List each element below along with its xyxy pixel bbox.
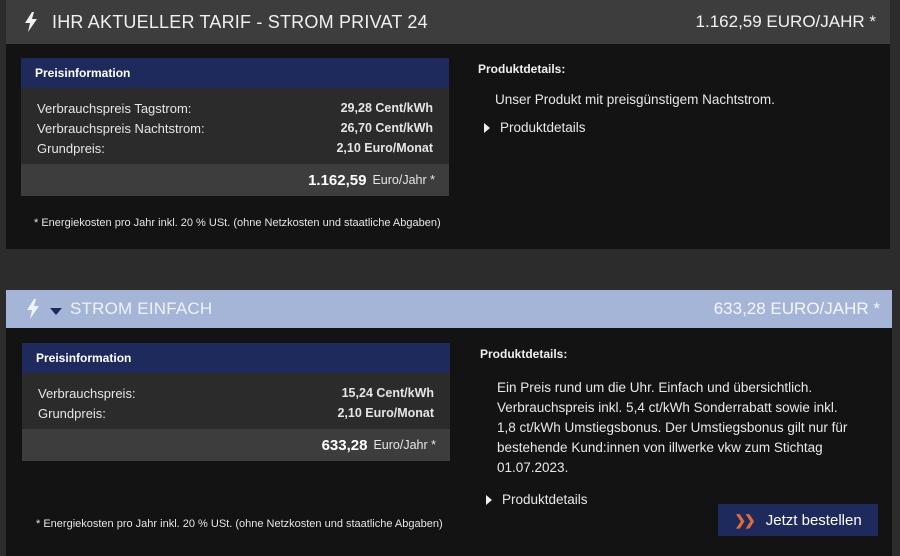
product-details-line: Ein Preis rund um die Uhr. Einfach und ü…: [497, 380, 813, 395]
price-total-value: 633,28: [321, 436, 368, 454]
product-details-toggle-label: Produktdetails: [500, 120, 586, 135]
price-info-rows: Verbrauchspreis: 15,24 Cent/kWh Grundpre…: [22, 373, 450, 429]
price-info-title: Preisinformation: [21, 58, 449, 88]
product-details-line: bestehende Kund:innen von illwerke vkw z…: [497, 440, 823, 455]
lightning-bolt-icon: [27, 299, 39, 319]
price-row: Verbrauchspreis Nachtstrom: 26,70 Cent/k…: [37, 118, 433, 138]
offer-tariff-header[interactable]: STROM EINFACH 633,28 EURO/JAHR *: [6, 290, 892, 328]
current-tariff-card: IHR AKTUELLER TARIF - STROM PRIVAT 24 1.…: [6, 0, 890, 249]
order-button-label: Jetzt bestellen: [765, 511, 862, 529]
price-row: Grundpreis: 2,10 Euro/Monat: [38, 403, 434, 423]
product-details-line: 01.07.2023.: [497, 460, 569, 475]
order-button[interactable]: ❯❯ Jetzt bestellen: [718, 504, 878, 536]
double-chevron-right-icon: ❯❯: [734, 511, 756, 528]
product-details-toggle-label: Produktdetails: [502, 492, 588, 507]
price-row-value: 2,10 Euro/Monat: [336, 141, 433, 155]
price-row-value: 2,10 Euro/Monat: [337, 406, 434, 420]
price-row-value: 15,24 Cent/kWh: [341, 386, 434, 400]
product-details-text: Unser Produkt mit preisgünstigem Nachtst…: [495, 92, 775, 107]
offer-tariff-card: STROM EINFACH 633,28 EURO/JAHR * Preisin…: [6, 290, 892, 556]
price-info-box: Preisinformation Verbrauchspreis Tagstro…: [21, 58, 449, 196]
price-info-rows: Verbrauchspreis Tagstrom: 29,28 Cent/kWh…: [21, 88, 449, 164]
tariff-title: STROM EINFACH: [70, 299, 213, 318]
product-details-text: Ein Preis rund um die Uhr. Einfach und ü…: [497, 378, 880, 478]
tariff-header-price: 1.162,59 EURO/JAHR *: [695, 12, 876, 31]
energy-cost-footnote: * Energiekosten pro Jahr inkl. 20 % USt.…: [36, 518, 443, 530]
energy-cost-footnote: * Energiekosten pro Jahr inkl. 20 % USt.…: [34, 217, 441, 229]
product-details-title: Produktdetails:: [480, 347, 568, 361]
lightning-bolt-icon: [25, 12, 37, 32]
price-total-value: 1.162,59: [308, 171, 367, 189]
price-row-value: 29,28 Cent/kWh: [340, 101, 433, 115]
product-details-line: Verbrauchspreis inkl. 5,4 ct/kWh Sonderr…: [497, 400, 838, 415]
product-details: Produktdetails: Ein Preis rund um die Uh…: [480, 347, 880, 507]
price-row: Grundpreis: 2,10 Euro/Monat: [37, 138, 433, 158]
price-total-unit: Euro/Jahr *: [372, 173, 435, 187]
price-row: Verbrauchspreis: 15,24 Cent/kWh: [38, 383, 434, 403]
price-total: 1.162,59 Euro/Jahr *: [21, 164, 449, 196]
price-total-unit: Euro/Jahr *: [373, 438, 436, 452]
price-total: 633,28 Euro/Jahr *: [22, 429, 450, 461]
product-details-line: 1,8 ct/kWh Umstiegsbonus. Der Umstiegsbo…: [497, 420, 848, 435]
current-tariff-header: IHR AKTUELLER TARIF - STROM PRIVAT 24 1.…: [6, 0, 890, 44]
tariff-header-price: 633,28 EURO/JAHR *: [713, 299, 880, 318]
caret-down-icon[interactable]: [50, 308, 62, 316]
price-row: Verbrauchspreis Tagstrom: 29,28 Cent/kWh: [37, 98, 433, 118]
price-row-label: Grundpreis:: [38, 405, 106, 421]
product-details: Produktdetails: Unser Produkt mit preisg…: [478, 62, 878, 135]
price-row-label: Verbrauchspreis:: [38, 385, 136, 401]
price-info-box: Preisinformation Verbrauchspreis: 15,24 …: [22, 343, 450, 461]
price-row-label: Verbrauchspreis Nachtstrom:: [37, 120, 205, 136]
triangle-right-icon: [484, 122, 490, 133]
price-row-value: 26,70 Cent/kWh: [340, 121, 433, 135]
triangle-right-icon: [486, 494, 492, 505]
price-row-label: Grundpreis:: [37, 140, 105, 156]
price-info-title: Preisinformation: [22, 343, 450, 373]
product-details-title: Produktdetails:: [478, 62, 566, 76]
price-row-label: Verbrauchspreis Tagstrom:: [37, 100, 192, 116]
tariff-title: IHR AKTUELLER TARIF - STROM PRIVAT 24: [52, 11, 428, 32]
product-details-toggle[interactable]: Produktdetails: [484, 120, 878, 135]
